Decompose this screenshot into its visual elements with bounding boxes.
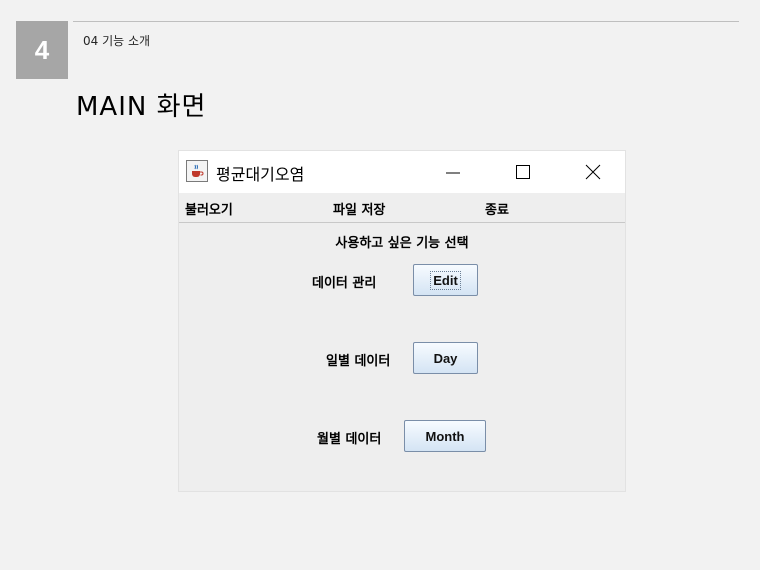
java-cup-icon — [186, 160, 208, 182]
menu-item-save-file[interactable]: 파일 저장 — [333, 199, 385, 218]
window-titlebar[interactable]: 평균대기오염 — [179, 151, 625, 193]
maximize-icon[interactable] — [511, 160, 535, 184]
data-management-label: 데이터 관리 — [312, 276, 377, 291]
minimize-icon[interactable] — [441, 160, 465, 184]
app-window: 평균대기오염 불러오기 파일 저장 종료 사용하고 싶은 기능 선택 데이터 관… — [178, 150, 626, 492]
day-button[interactable]: Day — [413, 342, 478, 374]
close-icon[interactable] — [581, 160, 605, 184]
daily-data-label: 일별 데이터 — [326, 354, 391, 369]
window-title: 평균대기오염 — [216, 165, 305, 184]
function-select-prompt: 사용하고 싶은 기능 선택 — [335, 236, 469, 251]
month-button-label: Month — [425, 428, 465, 444]
edit-button[interactable]: Edit — [413, 264, 478, 296]
menu-item-load[interactable]: 불러오기 — [185, 199, 233, 218]
menu-item-exit[interactable]: 종료 — [485, 199, 509, 218]
menu-bar: 불러오기 파일 저장 종료 — [179, 193, 625, 223]
slide-number-badge: 4 — [16, 21, 68, 79]
month-button[interactable]: Month — [404, 420, 486, 452]
edit-button-label: Edit — [430, 270, 461, 290]
slide-title: MAIN 화면 — [76, 92, 207, 122]
header-rule — [73, 21, 739, 22]
day-button-label: Day — [433, 350, 458, 366]
section-label: 04 기능 소개 — [83, 34, 151, 48]
monthly-data-label: 월별 데이터 — [317, 432, 382, 447]
